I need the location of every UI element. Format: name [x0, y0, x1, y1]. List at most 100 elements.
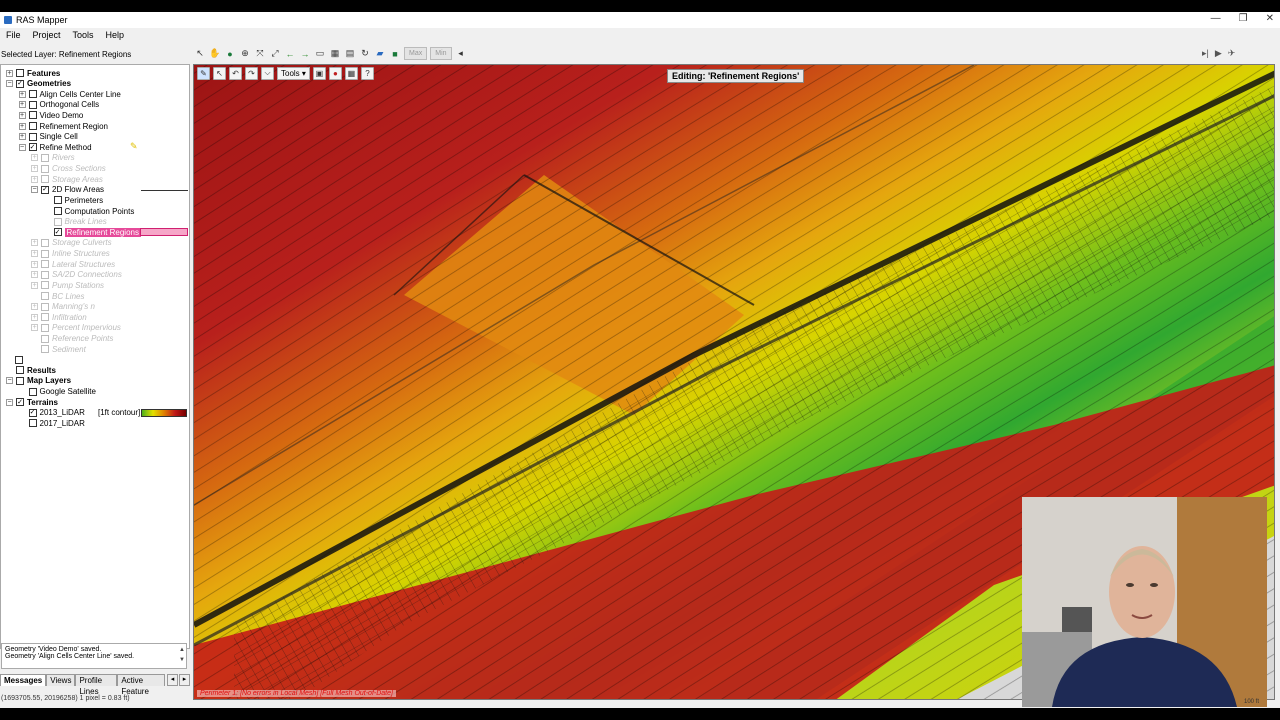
tree-item[interactable]: + Manning's n [31, 302, 95, 312]
animate-icon[interactable]: ✈ [1228, 48, 1236, 59]
layer-checkbox[interactable] [16, 366, 24, 375]
min-button[interactable]: Min [430, 47, 452, 60]
tree-item[interactable]: − ✓ Geometries [6, 79, 71, 89]
tree-item[interactable] [15, 355, 26, 365]
menu-project[interactable]: Project [27, 29, 67, 43]
tree-item[interactable]: + Single Cell [18, 132, 78, 142]
edit-pencil-icon[interactable]: ✎ [197, 66, 210, 80]
layer-checkbox[interactable] [28, 90, 37, 99]
layer-checkbox[interactable] [41, 292, 49, 301]
arrow-left-icon[interactable]: ◂ [455, 48, 467, 60]
tree-expander-icon[interactable]: + [31, 154, 38, 162]
minimize-button[interactable]: — [1211, 13, 1221, 24]
layer-checkbox[interactable]: ✓ [53, 228, 62, 237]
draw-polyline-icon[interactable]: ⌵ [261, 66, 274, 80]
layer-checkbox[interactable] [53, 217, 62, 226]
tree-expander-icon[interactable]: + [31, 324, 38, 332]
tree-item[interactable]: + Percent Impervious [31, 323, 121, 333]
tab-scroll-right-icon[interactable]: ▸ [179, 674, 190, 686]
tree-item[interactable]: + Video Demo [18, 110, 83, 120]
tree-item[interactable]: + Align Cells Center Line [18, 89, 121, 99]
tree-item[interactable]: + Lateral Structures [31, 259, 115, 269]
tree-item[interactable]: + Cross Sections [31, 164, 106, 174]
layer-checkbox[interactable] [41, 345, 49, 354]
tools-dropdown[interactable]: Tools ▾ [277, 66, 310, 80]
back-arrow-icon[interactable]: ← [284, 48, 296, 60]
layer-checkbox[interactable] [53, 196, 62, 205]
layer-checkbox[interactable] [41, 153, 49, 162]
layer-checkbox[interactable] [41, 249, 49, 258]
maximize-button[interactable]: ❐ [1239, 13, 1248, 24]
layer-checkbox[interactable] [53, 207, 62, 216]
redo-icon[interactable]: ↷ [245, 66, 258, 80]
layer-checkbox[interactable]: ✓ [28, 143, 37, 152]
tree-expander-icon[interactable]: + [31, 260, 38, 268]
layer-checkbox[interactable] [41, 323, 49, 332]
layers-icon[interactable]: ▤ [344, 48, 356, 60]
undo-icon[interactable]: ↶ [229, 66, 242, 80]
tree-expander-icon[interactable]: + [18, 122, 26, 130]
tree-expander-icon[interactable]: + [31, 313, 38, 321]
tree-item[interactable]: Results [6, 365, 56, 375]
tree-item[interactable]: Perimeters [44, 195, 103, 205]
tree-item[interactable]: Reference Points [31, 334, 113, 344]
layer-checkbox[interactable] [28, 419, 37, 428]
tree-item[interactable]: BC Lines [31, 291, 84, 301]
layer-checkbox[interactable]: ✓ [28, 408, 37, 417]
table-icon[interactable]: ▣ [312, 66, 326, 80]
layer-checkbox[interactable] [28, 132, 37, 141]
tree-expander-icon[interactable]: + [31, 175, 38, 183]
close-button[interactable]: ✕ [1266, 13, 1274, 24]
tree-item[interactable]: + SA/2D Connections [31, 270, 122, 280]
grid-icon[interactable]: ▦ [329, 48, 341, 60]
layer-checkbox[interactable] [28, 111, 37, 120]
tree-expander-icon[interactable]: + [31, 250, 38, 258]
tree-expander-icon[interactable]: + [18, 90, 26, 98]
layer-checkbox[interactable] [41, 334, 49, 343]
tree-expander-icon[interactable]: + [31, 165, 38, 173]
layer-symbol-line[interactable] [141, 189, 188, 191]
tree-item[interactable]: + Pump Stations [31, 280, 104, 290]
terrain-color-ramp[interactable] [141, 408, 187, 417]
layer-checkbox[interactable] [41, 270, 49, 279]
layer-checkbox[interactable] [41, 302, 49, 311]
measure-icon[interactable]: ▭ [314, 48, 326, 60]
layer-checkbox[interactable]: ✓ [41, 185, 49, 194]
tree-item[interactable]: − ✓ 2D Flow Areas [31, 185, 104, 195]
tree-item[interactable]: Sediment [31, 344, 86, 354]
menu-file[interactable]: File [0, 29, 27, 43]
tab-views[interactable]: Views [46, 674, 76, 686]
pointer-icon[interactable]: ↖ [194, 48, 206, 60]
layer-checkbox[interactable] [16, 69, 24, 77]
tab-scroll-left-icon[interactable]: ◂ [167, 674, 178, 686]
tree-item[interactable]: + Inline Structures [31, 249, 110, 259]
mesh-icon[interactable]: ▦ [344, 66, 358, 80]
max-button[interactable]: Max [404, 47, 428, 60]
layer-checkbox[interactable] [28, 100, 37, 109]
tree-expander-icon[interactable]: + [31, 239, 38, 247]
tree-expander-icon[interactable]: + [6, 69, 13, 77]
layer-checkbox[interactable] [41, 313, 49, 322]
layer-checkbox[interactable] [15, 355, 23, 364]
layer-checkbox[interactable] [41, 260, 49, 269]
layer-tree[interactable]: + Features − ✓ Geometries + Align Cells Center… [0, 64, 190, 649]
layer-checkbox[interactable] [41, 164, 49, 173]
layer-checkbox[interactable] [16, 376, 24, 385]
layer-checkbox[interactable] [41, 281, 49, 290]
save-icon[interactable]: ■ [389, 48, 401, 60]
layer-checkbox[interactable]: ✓ [16, 398, 24, 407]
layer-symbol-polygon[interactable] [140, 228, 188, 237]
tree-item[interactable]: + Rivers [31, 153, 75, 163]
tab-active-feature[interactable]: Active Feature [117, 674, 165, 696]
layer-checkbox[interactable] [41, 238, 49, 247]
tree-item[interactable]: Google Satellite [19, 387, 96, 397]
globe-icon[interactable]: ● [224, 48, 236, 60]
tree-expander-icon[interactable]: − [6, 377, 13, 385]
tree-item[interactable]: + Orthogonal Cells [18, 100, 99, 110]
help-button[interactable]: ? [360, 66, 374, 80]
tree-item[interactable]: ✓ Refinement Regions [44, 227, 141, 237]
pan-icon[interactable]: ✋ [209, 48, 221, 60]
play-icon[interactable]: ▶ [1215, 48, 1222, 59]
tree-expander-icon[interactable]: − [18, 143, 26, 151]
layer-checkbox[interactable] [28, 122, 37, 131]
